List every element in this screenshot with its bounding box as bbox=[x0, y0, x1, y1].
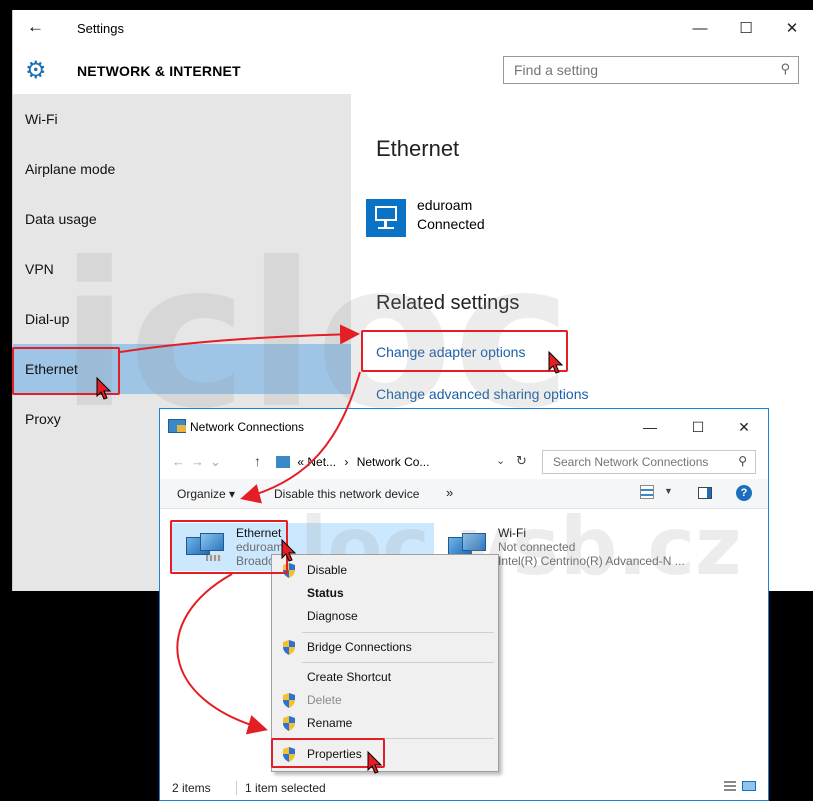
connection-name[interactable]: eduroam bbox=[417, 197, 472, 213]
menu-item-label: Create Shortcut bbox=[307, 670, 392, 684]
address-bar: ←→⌄ ↑ « Net... › Network Co... ⌄ ↻ ⚲ bbox=[160, 445, 768, 479]
netwin-maximize-button[interactable]: ☐ bbox=[678, 415, 718, 439]
netwin-title: Network Connections bbox=[190, 420, 305, 434]
sidebar-item-wifi[interactable]: Wi-Fi bbox=[13, 94, 351, 144]
menu-item-label: Properties bbox=[307, 747, 362, 761]
menu-separator bbox=[302, 632, 494, 633]
menu-item-label: Diagnose bbox=[307, 609, 358, 623]
menu-item-label: Status bbox=[307, 586, 344, 600]
menu-item-properties[interactable]: Properties bbox=[274, 743, 496, 765]
menu-item-delete: Delete bbox=[274, 689, 496, 711]
page-title: Ethernet bbox=[376, 136, 460, 161]
network-folder-icon bbox=[276, 456, 290, 468]
back-forward-arrows-icon[interactable]: ←→⌄ bbox=[172, 454, 227, 470]
search-icon[interactable]: ⚲ bbox=[738, 454, 747, 468]
ethernet-monitor-icon[interactable] bbox=[366, 199, 406, 237]
sidebar-item-data-usage[interactable]: Data usage bbox=[13, 194, 351, 244]
more-commands-button[interactable]: » bbox=[446, 485, 453, 500]
command-bar: Organize ▾ Disable this network device »… bbox=[160, 479, 768, 509]
chevron-down-icon[interactable]: ▼ bbox=[664, 486, 673, 496]
menu-separator bbox=[302, 738, 494, 739]
change-adapter-options-link[interactable]: Change adapter options bbox=[376, 344, 525, 360]
netwin-minimize-button[interactable]: — bbox=[630, 415, 670, 439]
netwin-titlebar: Network Connections — ☐ ✕ bbox=[160, 409, 768, 445]
uac-shield-icon bbox=[282, 716, 296, 731]
uac-shield-icon bbox=[282, 747, 296, 762]
settings-titlebar: ← Settings — ☐ ✕ bbox=[13, 10, 813, 48]
adapter-name: Wi-Fi bbox=[498, 526, 526, 540]
up-arrow-icon[interactable]: ↑ bbox=[254, 453, 261, 469]
sidebar-item-dial-up[interactable]: Dial-up bbox=[13, 294, 351, 344]
refresh-icon[interactable]: ↻ bbox=[516, 453, 527, 469]
menu-item-disable[interactable]: Disable bbox=[274, 559, 496, 581]
selection-count: 1 item selected bbox=[236, 781, 326, 795]
large-icons-view-icon[interactable] bbox=[742, 781, 756, 791]
menu-item-label: Rename bbox=[307, 716, 353, 730]
context-menu: Disable Status Diagnose Bridge Connectio… bbox=[271, 554, 499, 772]
uac-shield-icon bbox=[282, 563, 296, 578]
maximize-button[interactable]: ☐ bbox=[723, 16, 769, 42]
status-bar: 2 items 1 item selected bbox=[160, 774, 768, 800]
breadcrumb-part2[interactable]: Network Co... bbox=[357, 455, 430, 469]
minimize-button[interactable]: — bbox=[677, 16, 723, 42]
menu-item-label: Delete bbox=[307, 693, 342, 707]
find-setting-search[interactable]: ⚲ bbox=[503, 56, 799, 84]
menu-separator bbox=[302, 662, 494, 663]
adapter-device: Broadc bbox=[236, 554, 275, 568]
menu-item-rename[interactable]: Rename bbox=[274, 712, 496, 734]
settings-header: ⚙ NETWORK & INTERNET ⚲ bbox=[13, 48, 813, 94]
search-icon[interactable]: ⚲ bbox=[780, 61, 790, 77]
gear-icon: ⚙ bbox=[25, 57, 47, 84]
menu-item-status[interactable]: Status bbox=[274, 582, 496, 604]
netwin-close-button[interactable]: ✕ bbox=[724, 415, 764, 439]
menu-item-diagnose[interactable]: Diagnose bbox=[274, 605, 496, 627]
breadcrumb-part1[interactable]: « Net... bbox=[297, 455, 336, 469]
adapter-device: Intel(R) Centrino(R) Advanced-N ... bbox=[498, 554, 685, 568]
network-adapter-icon bbox=[186, 533, 226, 563]
breadcrumb[interactable]: « Net... › Network Co... bbox=[270, 450, 510, 474]
organize-button[interactable]: Organize ▾ bbox=[177, 487, 235, 501]
uac-shield-icon bbox=[282, 693, 296, 708]
section-title: NETWORK & INTERNET bbox=[77, 63, 241, 79]
sidebar-item-ethernet[interactable]: Ethernet bbox=[13, 344, 351, 394]
adapter-name: Ethernet bbox=[236, 526, 282, 540]
menu-item-create-shortcut[interactable]: Create Shortcut bbox=[274, 666, 496, 688]
uac-shield-icon bbox=[282, 640, 296, 655]
sidebar-item-vpn[interactable]: VPN bbox=[13, 244, 351, 294]
netwin-search-input[interactable] bbox=[543, 451, 723, 473]
window-title: Settings bbox=[77, 21, 124, 36]
connection-status: Connected bbox=[417, 216, 485, 232]
adapter-network: eduroam bbox=[236, 540, 284, 554]
menu-item-label: Disable bbox=[307, 563, 348, 577]
sidebar-item-airplane-mode[interactable]: Airplane mode bbox=[13, 144, 351, 194]
network-folder-icon bbox=[168, 419, 186, 433]
change-view-icon[interactable] bbox=[640, 485, 654, 499]
details-view-icon[interactable] bbox=[724, 781, 736, 791]
item-count: 2 items bbox=[172, 781, 211, 795]
chevron-down-icon[interactable]: ⌄ bbox=[496, 454, 505, 467]
adapter-network: Not connected bbox=[498, 540, 576, 554]
disable-device-button[interactable]: Disable this network device bbox=[274, 487, 419, 501]
back-arrow-icon[interactable]: ← bbox=[27, 17, 44, 37]
preview-pane-icon[interactable] bbox=[698, 487, 712, 499]
menu-item-bridge-connections[interactable]: Bridge Connections bbox=[274, 636, 496, 658]
netwin-search[interactable]: ⚲ bbox=[542, 450, 756, 474]
menu-item-label: Bridge Connections bbox=[307, 640, 412, 654]
help-icon[interactable]: ? bbox=[736, 485, 752, 501]
search-input[interactable] bbox=[504, 57, 764, 83]
breadcrumb-separator: › bbox=[344, 455, 349, 469]
related-settings-heading: Related settings bbox=[376, 292, 520, 314]
change-sharing-options-link[interactable]: Change advanced sharing options bbox=[376, 386, 589, 402]
close-button[interactable]: ✕ bbox=[769, 16, 813, 42]
